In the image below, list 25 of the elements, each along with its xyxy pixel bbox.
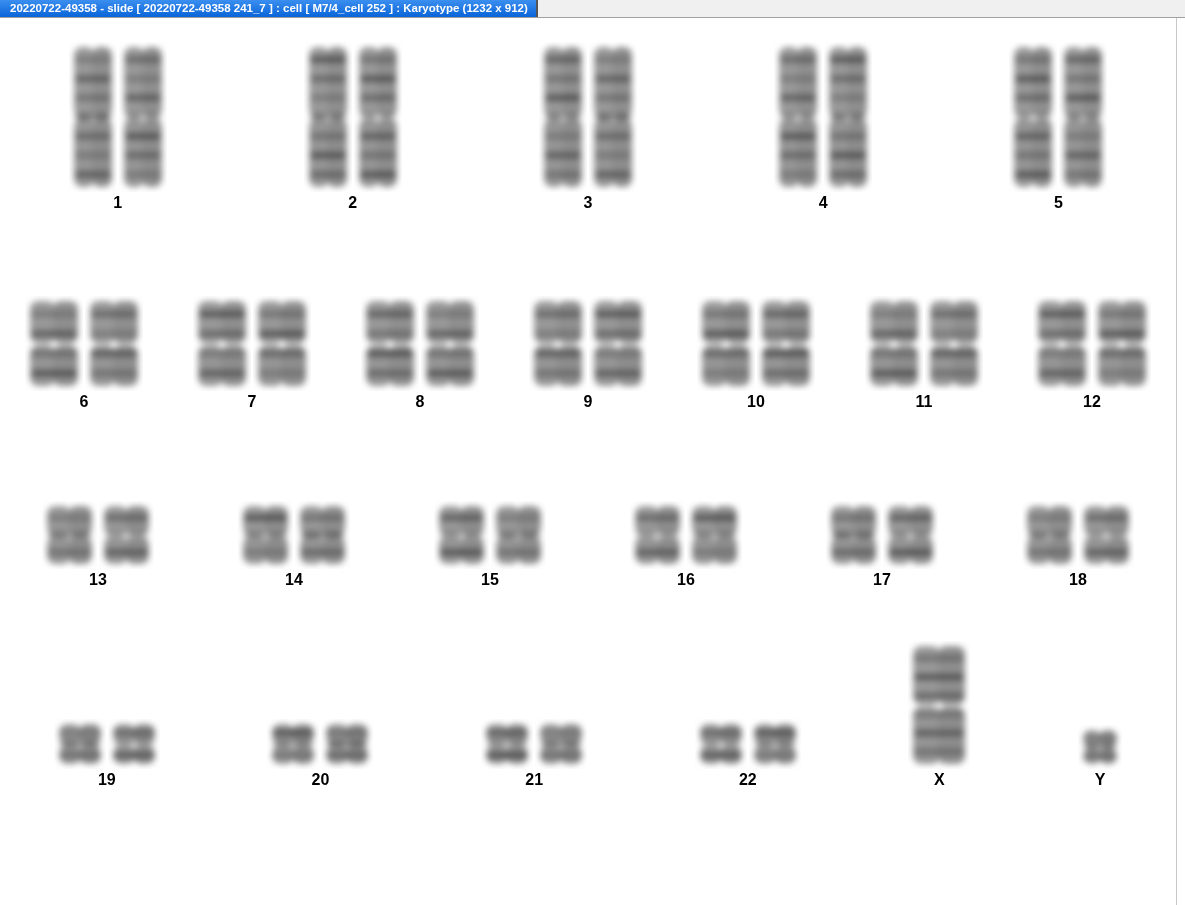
chromosome-number: 2 (348, 194, 358, 212)
chromosome-number: 5 (1053, 194, 1063, 212)
chromosome-number: 1 (113, 194, 123, 212)
chromosome-number: 14 (285, 571, 303, 589)
chromosome-number: 11 (915, 393, 933, 411)
chromosome-number: 4 (818, 194, 828, 212)
chromosome-number: 19 (97, 771, 116, 789)
chromosome-number: 15 (481, 571, 499, 589)
chromosome-number: 3 (583, 194, 593, 212)
chromosome-number: Y (1094, 771, 1106, 789)
chromosome-number: 18 (1069, 571, 1087, 589)
chromosome-number: 8 (415, 393, 425, 411)
chromosome-number: 20 (311, 771, 330, 789)
chromosome-number: 9 (583, 393, 593, 411)
chromosome-number: 16 (677, 571, 695, 589)
window-title-tab[interactable]: 20220722-49358 - slide [ 20220722-49358 241_7 ] : cell [ M7/4_cell 252 ] : Karyotype (1232 x 912) (0, 0, 538, 17)
chromosome-number: 10 (747, 393, 765, 411)
chromosome-number: 7 (247, 393, 257, 411)
chromosome-number: 22 (738, 771, 757, 789)
chromosome-number: X (934, 771, 945, 789)
chromosome-number: 13 (89, 571, 107, 589)
chromosome-number: 21 (525, 771, 544, 789)
chromosome-number: 17 (873, 571, 891, 589)
chromosome-number: 6 (79, 393, 89, 411)
chromosome-number: 12 (1083, 393, 1101, 411)
